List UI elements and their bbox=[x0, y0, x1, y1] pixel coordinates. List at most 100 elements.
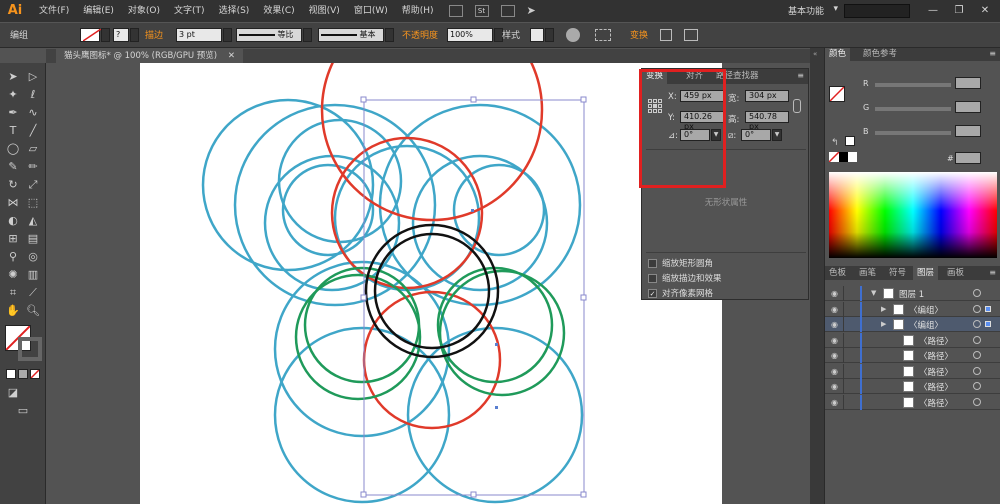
graph-tool-icon[interactable]: ▥ bbox=[24, 267, 42, 283]
lock-toggle[interactable] bbox=[843, 332, 844, 348]
menu-item[interactable]: 文字(T) bbox=[167, 0, 212, 22]
visibility-eye-icon[interactable]: ◉ bbox=[831, 367, 838, 376]
sublayer-row[interactable]: ◉ 〈路径〉 bbox=[825, 348, 1000, 363]
g-slider[interactable] bbox=[875, 107, 951, 111]
scale-corners-checkbox[interactable]: 缩放矩形圆角 bbox=[648, 257, 808, 269]
zoom-tool-icon[interactable]: 🔍︎ bbox=[24, 303, 42, 319]
maximize-button[interactable]: ❐ bbox=[948, 2, 970, 20]
target-circle-icon[interactable] bbox=[973, 304, 981, 313]
sublayer-row[interactable]: ◉ 〈路径〉 bbox=[825, 379, 1000, 394]
b-field[interactable] bbox=[955, 125, 981, 137]
stroke-dropdown-icon[interactable] bbox=[130, 28, 139, 42]
sublayer-row[interactable]: ◉ ▶ 〈编组〉 bbox=[825, 317, 1000, 332]
fill-swatch[interactable] bbox=[80, 28, 102, 42]
lock-toggle[interactable] bbox=[843, 394, 844, 410]
stock-icon[interactable]: St bbox=[474, 5, 489, 17]
free-transform-tool-icon[interactable]: ⬚ bbox=[24, 195, 42, 211]
menu-item[interactable]: 窗口(W) bbox=[347, 0, 395, 22]
blend-tool-icon[interactable]: ◎ bbox=[24, 249, 42, 265]
visibility-eye-icon[interactable]: ◉ bbox=[831, 382, 838, 391]
close-tab-icon[interactable]: ✕ bbox=[228, 51, 235, 61]
eyedropper-tool-icon[interactable]: ⚲ bbox=[4, 249, 22, 265]
line-tool-icon[interactable]: ╱ bbox=[24, 123, 42, 139]
sublayer-row[interactable]: ◉ ▶ 〈编组〉 bbox=[825, 301, 1000, 317]
style-dropdown-icon[interactable] bbox=[545, 28, 554, 42]
visibility-eye-icon[interactable]: ◉ bbox=[831, 336, 838, 345]
checkbox-box[interactable]: ✓ bbox=[648, 288, 657, 298]
b-slider[interactable] bbox=[875, 131, 951, 135]
visibility-eye-icon[interactable]: ◉ bbox=[831, 289, 838, 298]
rotate-field[interactable]: 0° bbox=[680, 129, 710, 141]
target-circle-icon[interactable] bbox=[973, 397, 981, 406]
stroke-swatch-box[interactable] bbox=[18, 337, 42, 361]
layer-name[interactable]: 〈路径〉 bbox=[919, 366, 953, 378]
hex-field[interactable] bbox=[955, 152, 981, 164]
target-circle-icon[interactable] bbox=[973, 382, 981, 390]
tab-transform[interactable]: 变换 bbox=[642, 69, 668, 84]
ellipse-tool-icon[interactable]: ◯ bbox=[4, 141, 22, 157]
menu-item[interactable]: 文件(F) bbox=[32, 0, 76, 22]
artboard[interactable] bbox=[140, 63, 722, 504]
color-spectrum[interactable] bbox=[829, 172, 997, 258]
scale-strokes-checkbox[interactable]: 缩放描边和效果 bbox=[648, 272, 808, 284]
tab-color-guide[interactable]: 颜色参考 bbox=[859, 48, 901, 61]
visibility-eye-icon[interactable]: ◉ bbox=[831, 320, 838, 329]
panel-menu-icon[interactable]: ≡ bbox=[989, 268, 996, 277]
menu-item[interactable]: 编辑(E) bbox=[76, 0, 121, 22]
lock-toggle[interactable] bbox=[843, 301, 844, 317]
panel-menu-icon[interactable]: ≡ bbox=[797, 71, 804, 80]
expand-arrow-right-icon[interactable]: ▶ bbox=[881, 305, 886, 313]
lock-toggle[interactable] bbox=[843, 317, 844, 332]
fill-dropdown-icon[interactable] bbox=[101, 28, 110, 42]
document-tab[interactable]: 猫头鹰图标* @ 100% (RGB/GPU 预览) ✕ bbox=[56, 49, 243, 63]
shape-builder-tool-icon[interactable]: ◐ bbox=[4, 213, 22, 229]
tab-brushes[interactable]: 画笔 bbox=[855, 266, 880, 280]
sublayer-row[interactable]: ◉ 〈路径〉 bbox=[825, 332, 1000, 348]
menu-item[interactable]: 效果(C) bbox=[256, 0, 301, 22]
stroke-weight-dropdown-icon[interactable] bbox=[223, 28, 232, 42]
rotate-dropdown-icon[interactable]: ▼ bbox=[711, 129, 721, 141]
workspace-switcher[interactable]: 基本功能 bbox=[788, 4, 824, 17]
mesh-tool-icon[interactable]: ⊞ bbox=[4, 231, 22, 247]
layer-name[interactable]: 〈编组〉 bbox=[909, 319, 943, 331]
hand-tool-icon[interactable]: ✋ bbox=[4, 303, 22, 319]
bridge-icon[interactable] bbox=[448, 5, 463, 17]
screen-mode-icon[interactable]: ▭ bbox=[14, 403, 32, 419]
paintbrush-tool-icon[interactable]: ✎ bbox=[4, 159, 22, 175]
type-tool-icon[interactable]: T bbox=[4, 123, 22, 139]
layer-name[interactable]: 〈路径〉 bbox=[919, 397, 953, 409]
slice-tool-icon[interactable]: ⟋ bbox=[24, 285, 42, 301]
swatch-row[interactable] bbox=[828, 151, 857, 163]
target-circle-icon[interactable] bbox=[973, 351, 981, 359]
menu-item[interactable]: 选择(S) bbox=[212, 0, 257, 22]
layer-name[interactable]: 〈路径〉 bbox=[919, 335, 953, 347]
magic-wand-tool-icon[interactable]: ✦ bbox=[4, 87, 22, 103]
opacity-field[interactable]: 100% bbox=[447, 28, 493, 42]
width-tool-icon[interactable]: ⋈ bbox=[4, 195, 22, 211]
profile-dropdown-icon[interactable] bbox=[303, 28, 312, 42]
visibility-eye-icon[interactable]: ◉ bbox=[831, 398, 838, 407]
arrange-icon[interactable] bbox=[500, 5, 515, 17]
tab-align[interactable]: 对齐 bbox=[682, 69, 707, 84]
minimize-button[interactable]: — bbox=[922, 2, 944, 20]
tab-swatches[interactable]: 色板 bbox=[825, 266, 850, 280]
r-slider[interactable] bbox=[875, 83, 951, 87]
style-swatch[interactable] bbox=[530, 28, 544, 42]
shear-field[interactable]: 0° bbox=[741, 129, 771, 141]
draw-mode-icon[interactable]: ◪ bbox=[4, 385, 22, 401]
fill-stroke-swatch[interactable] bbox=[829, 86, 845, 102]
width-field[interactable]: 304 px bbox=[745, 90, 789, 102]
pencil-tool-icon[interactable]: ✏ bbox=[24, 159, 42, 175]
layer-name[interactable]: 〈编组〉 bbox=[909, 304, 943, 316]
target-circle-icon[interactable] bbox=[973, 366, 981, 375]
reference-point-icon[interactable] bbox=[648, 99, 662, 113]
target-circle-icon[interactable] bbox=[973, 320, 981, 328]
collapse-icon[interactable]: « bbox=[813, 50, 817, 58]
perspective-grid-tool-icon[interactable]: ◭ bbox=[24, 213, 42, 229]
stroke-weight-field[interactable]: 3 pt bbox=[176, 28, 222, 42]
rotate-tool-icon[interactable]: ↻ bbox=[4, 177, 22, 193]
expand-arrow-right-icon[interactable]: ▶ bbox=[881, 320, 886, 328]
stroke-link[interactable]: 描边 bbox=[145, 29, 163, 43]
height-field[interactable]: 540.78 px bbox=[745, 111, 789, 131]
target-circle-icon[interactable] bbox=[973, 335, 981, 344]
